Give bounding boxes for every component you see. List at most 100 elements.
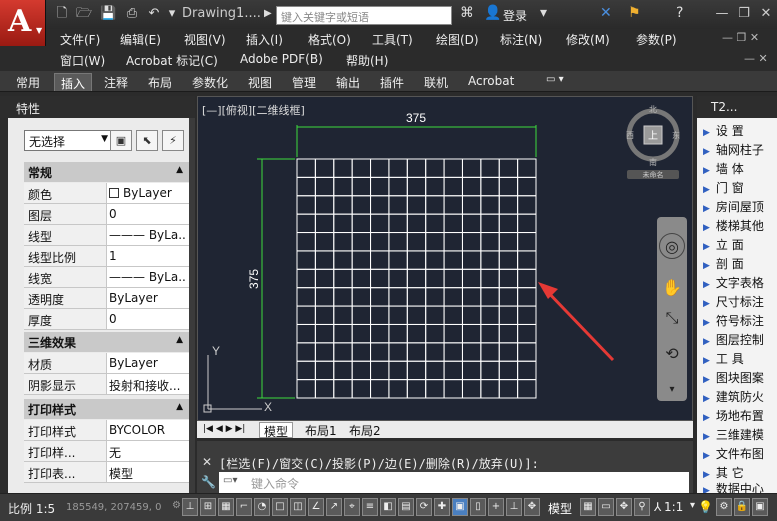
palette-item[interactable]: ▶ 工 具 bbox=[703, 350, 777, 370]
menu-adobe-pdf[interactable]: Adobe PDF(B) bbox=[240, 52, 323, 66]
grid-cell[interactable] bbox=[388, 305, 408, 325]
grid-cell[interactable] bbox=[388, 287, 408, 307]
toggle-pickadd-icon[interactable]: ▣ bbox=[110, 130, 132, 151]
grid-cell[interactable] bbox=[351, 250, 372, 270]
layer-icon[interactable]: ✥ bbox=[524, 498, 540, 516]
grid-cell[interactable] bbox=[443, 158, 463, 178]
grid-cell[interactable] bbox=[443, 195, 463, 215]
grid-cell[interactable] bbox=[333, 232, 353, 252]
grid-cell[interactable] bbox=[425, 287, 445, 307]
grid-cell[interactable] bbox=[333, 268, 353, 289]
grid-cell[interactable] bbox=[425, 342, 445, 362]
lineweight-icon[interactable]: ≡ bbox=[362, 498, 378, 516]
help-icon[interactable]: ? bbox=[676, 5, 683, 21]
tool-palette-title-bar[interactable]: T2... bbox=[697, 96, 777, 118]
grid-cell[interactable] bbox=[351, 379, 372, 399]
grid-cell[interactable] bbox=[406, 232, 427, 252]
grid-cell[interactable] bbox=[461, 158, 482, 178]
palette-item[interactable]: ▶ 尺寸标注 bbox=[703, 293, 777, 313]
grid-cell[interactable] bbox=[498, 158, 519, 178]
command-input[interactable]: ▭▾ 键入命令 bbox=[219, 472, 689, 493]
grid-cell[interactable] bbox=[370, 176, 390, 197]
grid-cell[interactable] bbox=[443, 323, 463, 344]
grid-cell[interactable] bbox=[480, 232, 500, 252]
palette-item[interactable]: ▶ 楼梯其他 bbox=[703, 217, 777, 237]
grid-cell[interactable] bbox=[296, 323, 316, 344]
maximize-icon[interactable]: ❐ bbox=[734, 4, 754, 24]
zoom-extents-icon[interactable]: ⤡ bbox=[659, 305, 685, 331]
navbar-options-icon[interactable]: ▾ bbox=[659, 377, 685, 403]
application-menu-button[interactable]: A ▼ bbox=[0, 0, 46, 46]
grid-cell[interactable] bbox=[333, 213, 353, 234]
grid-cell[interactable] bbox=[498, 213, 519, 234]
grid-cell[interactable] bbox=[314, 305, 335, 325]
grid-cell[interactable] bbox=[333, 287, 353, 307]
grid-cell[interactable] bbox=[370, 323, 390, 344]
grid-cell[interactable] bbox=[314, 195, 335, 215]
drawing-canvas[interactable]: 375 375 Y X bbox=[198, 97, 638, 420]
grid-cell[interactable] bbox=[461, 287, 482, 307]
grid-cell[interactable] bbox=[333, 250, 353, 270]
grid-cell[interactable] bbox=[517, 195, 537, 215]
grid-cell[interactable] bbox=[314, 158, 335, 178]
palette-item[interactable]: ▶ 符号标注 bbox=[703, 312, 777, 332]
grid-cell[interactable] bbox=[461, 176, 482, 197]
grid-cell[interactable] bbox=[406, 250, 427, 270]
grid-cell[interactable] bbox=[461, 305, 482, 325]
grid-cell[interactable] bbox=[370, 342, 390, 362]
grid-cell[interactable] bbox=[351, 195, 372, 215]
menu-draw[interactable]: 绘图(D) bbox=[436, 31, 479, 48]
grid-cell[interactable] bbox=[498, 287, 519, 307]
prop-row-linetype[interactable]: 线型 ——— ByLa... bbox=[24, 225, 189, 246]
menu-edit[interactable]: 编辑(E) bbox=[120, 31, 161, 48]
prop-row-transparency[interactable]: 透明度 ByLayer bbox=[24, 288, 189, 309]
polar-tracking-icon[interactable]: ◔ bbox=[254, 498, 270, 516]
grid-cell[interactable] bbox=[296, 250, 316, 270]
prop-row-linetype-scale[interactable]: 线型比例 1 bbox=[24, 246, 189, 267]
grid-cell[interactable] bbox=[480, 250, 500, 270]
viewcube[interactable]: 上 北 南 东 西 未命名 bbox=[625, 101, 683, 179]
menu-format[interactable]: 格式(O) bbox=[308, 31, 351, 48]
grid-cell[interactable] bbox=[517, 342, 537, 362]
grid-cell[interactable] bbox=[480, 213, 500, 234]
quick-select-icon[interactable]: ⚡ bbox=[162, 130, 184, 151]
tab-layout[interactable]: 布局 bbox=[142, 73, 178, 91]
grid-cell[interactable] bbox=[333, 323, 353, 344]
hardware-acceleration-icon[interactable]: ▣ bbox=[752, 498, 768, 516]
ribbon-options-icon[interactable]: ▭ ▾ bbox=[540, 73, 570, 91]
palette-item[interactable]: ▶ 房间屋顶 bbox=[703, 198, 777, 218]
grid-cell[interactable] bbox=[314, 232, 335, 252]
scale-display[interactable]: 比例 1:5 bbox=[8, 500, 55, 517]
palette-item[interactable]: ▶ 文字表格 bbox=[703, 274, 777, 294]
grid-cell[interactable] bbox=[388, 250, 408, 270]
grid-cell[interactable] bbox=[517, 323, 537, 344]
grid-cell[interactable] bbox=[480, 158, 500, 178]
tab-home[interactable]: 常用 bbox=[10, 73, 46, 91]
grid-cell[interactable] bbox=[314, 250, 335, 270]
grid-cell[interactable] bbox=[498, 379, 519, 399]
selection-cycling-icon[interactable]: ⟳ bbox=[416, 498, 432, 516]
open-file-icon[interactable]: 🗁 bbox=[76, 6, 92, 22]
menu-help[interactable]: 帮助(H) bbox=[346, 52, 388, 69]
lightbulb-icon[interactable]: 💡 bbox=[698, 500, 713, 514]
pan-icon[interactable]: ✥ bbox=[616, 498, 632, 516]
grid-cell[interactable] bbox=[443, 305, 463, 325]
grid-cell[interactable] bbox=[517, 176, 537, 197]
grid-cell[interactable] bbox=[443, 268, 463, 289]
grid-cell[interactable] bbox=[498, 176, 519, 197]
search-input[interactable]: 键入关键字或短语 bbox=[276, 6, 452, 25]
grid-cell[interactable] bbox=[296, 287, 316, 307]
grid-cell[interactable] bbox=[443, 250, 463, 270]
menu-dimension[interactable]: 标注(N) bbox=[500, 31, 542, 48]
grid-cell[interactable] bbox=[461, 360, 482, 381]
infer-constraints-icon[interactable]: ⊥ bbox=[182, 498, 198, 516]
expand-arrow-icon[interactable]: ▶ bbox=[264, 8, 272, 19]
grid-cell[interactable] bbox=[443, 287, 463, 307]
palette-item[interactable]: ▶ 建筑防火 bbox=[703, 388, 777, 408]
annotation-scale[interactable]: 1:1 bbox=[664, 500, 683, 514]
palette-item[interactable]: ▶ 图块图案 bbox=[703, 369, 777, 389]
steering-wheel-icon[interactable]: ◎ bbox=[659, 233, 685, 259]
prop-row-layer[interactable]: 图层 0 bbox=[24, 204, 189, 225]
grid-cell[interactable] bbox=[351, 323, 372, 344]
menu-insert[interactable]: 插入(I) bbox=[246, 31, 283, 48]
